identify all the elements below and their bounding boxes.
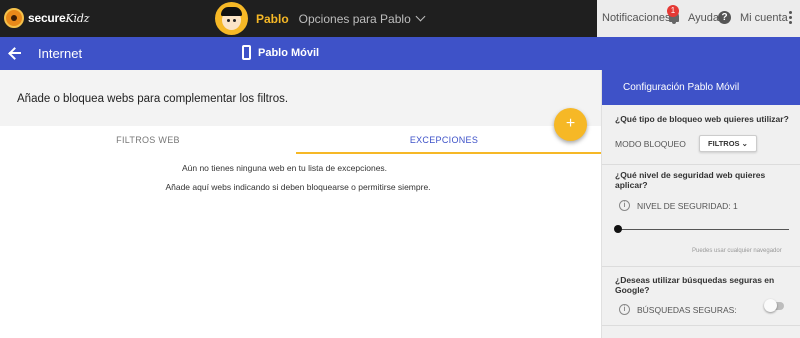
info-icon[interactable]: i bbox=[619, 200, 630, 211]
profile-options-label[interactable]: Opciones para Pablo bbox=[299, 12, 411, 26]
question-security-level: ¿Qué nivel de seguridad web quieres apli… bbox=[615, 170, 766, 190]
empty-state-text: Aún no tienes ninguna web en tu lista de… bbox=[181, 163, 388, 173]
help-link[interactable]: Ayuda bbox=[688, 12, 719, 24]
slider-hint: Puedes usar cualquier navegador bbox=[692, 248, 782, 254]
top-right-menu: Notificaciones 1 Ayuda ? Mi cuenta bbox=[597, 0, 800, 37]
avatar-eye bbox=[233, 19, 236, 22]
tab-bar: FILTROS WEB EXCEPCIONES bbox=[0, 126, 601, 154]
slider-thumb[interactable] bbox=[614, 225, 622, 233]
block-mode-label: MODO BLOQUEO bbox=[615, 139, 686, 149]
securekids-logo[interactable]: secureKidz bbox=[4, 6, 89, 30]
intro-box: Añade o bloquea webs para complementar l… bbox=[0, 70, 601, 126]
chevron-down-icon: ⌄ bbox=[741, 139, 748, 148]
profile-switcher[interactable]: Pablo Opciones para Pablo bbox=[215, 2, 426, 35]
avatar[interactable] bbox=[215, 2, 248, 35]
divider bbox=[602, 266, 800, 267]
security-level-label: NIVEL DE SEGURIDAD: 1 bbox=[637, 201, 738, 211]
block-mode-select[interactable]: FILTROS ⌄ bbox=[699, 135, 757, 152]
config-panel: Configuración Pablo Móvil ¿Qué tipo de b… bbox=[601, 70, 800, 338]
avatar-eye bbox=[227, 19, 230, 22]
avatar-hair bbox=[221, 7, 242, 16]
toggle-knob[interactable] bbox=[764, 299, 777, 312]
config-panel-title: Configuración Pablo Móvil bbox=[623, 82, 740, 93]
profile-name[interactable]: Pablo bbox=[256, 12, 289, 26]
section-header: Internet Pablo Móvil bbox=[0, 37, 800, 70]
active-tab-indicator bbox=[296, 152, 601, 154]
tab-excepciones[interactable]: EXCEPCIONES bbox=[296, 126, 592, 154]
smartphone-icon bbox=[242, 45, 251, 60]
question-safe-search: ¿Deseas utilizar búsquedas seguras en Go… bbox=[615, 275, 775, 295]
block-mode-value: FILTROS bbox=[708, 139, 740, 148]
empty-state-hint: Añade aquí webs indicando si deben bloqu… bbox=[165, 182, 431, 192]
chevron-down-icon[interactable] bbox=[415, 11, 426, 22]
logo-text: secureKidz bbox=[28, 11, 89, 25]
device-name: Pablo Móvil bbox=[258, 47, 320, 59]
account-link[interactable]: Mi cuenta bbox=[740, 12, 788, 24]
config-panel-header: Configuración Pablo Móvil bbox=[602, 70, 800, 105]
divider bbox=[602, 325, 800, 326]
tab-filtros-web[interactable]: FILTROS WEB bbox=[0, 126, 296, 154]
notification-badge: 1 bbox=[667, 5, 679, 17]
question-block-type: ¿Qué tipo de bloqueo web quieres utiliza… bbox=[615, 114, 789, 124]
notifications-link[interactable]: Notificaciones bbox=[602, 12, 670, 24]
intro-text: Añade o bloquea webs para complementar l… bbox=[17, 93, 289, 105]
arrow-back-icon[interactable] bbox=[8, 46, 22, 60]
help-icon[interactable]: ? bbox=[718, 11, 731, 24]
divider bbox=[602, 164, 800, 165]
logo-icon bbox=[4, 8, 24, 28]
safe-search-label: BÚSQUEDAS SEGURAS: bbox=[637, 305, 737, 315]
info-icon[interactable]: i bbox=[619, 304, 630, 315]
more-vert-icon[interactable] bbox=[789, 11, 792, 24]
page-title: Internet bbox=[38, 46, 83, 61]
add-exception-button[interactable]: + bbox=[554, 108, 587, 141]
logo-text-secure: secure bbox=[28, 11, 66, 25]
security-level-slider[interactable] bbox=[617, 229, 789, 230]
logo-text-kids: Kidz bbox=[65, 12, 90, 25]
top-bar: secureKidz Pablo Opciones para Pablo Not… bbox=[0, 0, 800, 37]
